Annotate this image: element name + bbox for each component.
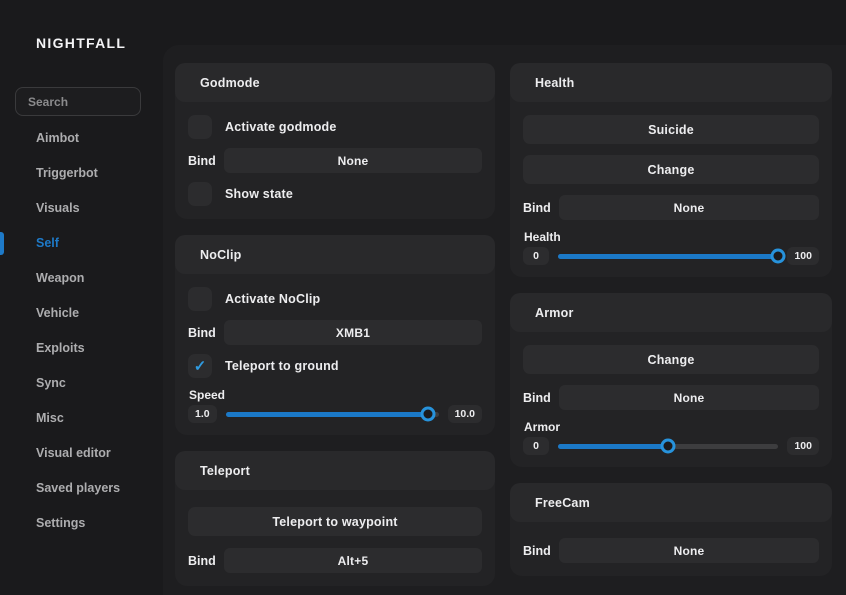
panel-title: Armor xyxy=(535,306,574,320)
godmode-bind-button[interactable]: None xyxy=(224,148,482,173)
slider-min-badge: 0 xyxy=(523,437,549,455)
sidebar-item-aimbot[interactable]: Aimbot xyxy=(0,121,163,156)
speed-slider-track[interactable] xyxy=(226,412,439,417)
health-slider-track[interactable] xyxy=(558,254,778,259)
sidebar-nav: Aimbot Triggerbot Visuals Self Weapon Ve… xyxy=(0,121,163,541)
armor-slider: 0 100 xyxy=(523,438,819,454)
sidebar-item-misc[interactable]: Misc xyxy=(0,401,163,436)
sidebar-item-sync[interactable]: Sync xyxy=(0,366,163,401)
bind-label: Bind xyxy=(188,554,224,568)
panel-teleport-header: Teleport xyxy=(175,451,495,490)
panel-title: FreeCam xyxy=(535,496,590,510)
sidebar-item-visual-editor[interactable]: Visual editor xyxy=(0,436,163,471)
panel-teleport: Teleport Teleport to waypoint Bind Alt+5 xyxy=(175,451,495,586)
panel-title: NoClip xyxy=(200,248,241,262)
sidebar-item-saved-players[interactable]: Saved players xyxy=(0,471,163,506)
armor-slider-label: Armor xyxy=(524,420,819,434)
right-column: Health Suicide Change Bind None Health xyxy=(510,63,832,586)
slider-min-badge: 1.0 xyxy=(188,405,217,423)
slider-max-badge: 100 xyxy=(787,437,819,455)
app-title: NIGHTFALL xyxy=(36,35,126,51)
sidebar-item-visuals[interactable]: Visuals xyxy=(0,191,163,226)
teleport-to-ground-checkbox[interactable] xyxy=(188,354,212,378)
health-change-button[interactable]: Change xyxy=(523,155,819,184)
slider-fill xyxy=(558,254,778,259)
panel-title: Health xyxy=(535,76,574,90)
speed-slider: 1.0 10.0 xyxy=(188,406,482,422)
slider-fill xyxy=(558,444,668,449)
checkbox-label: Show state xyxy=(225,187,293,201)
show-state-checkbox[interactable] xyxy=(188,182,212,206)
checkbox-label: Activate godmode xyxy=(225,120,337,134)
health-bind-button[interactable]: None xyxy=(559,195,819,220)
speed-slider-label: Speed xyxy=(189,388,482,402)
suicide-button[interactable]: Suicide xyxy=(523,115,819,144)
panel-noclip: NoClip Activate NoClip Bind XMB1 Telepor… xyxy=(175,235,495,435)
armor-slider-handle[interactable] xyxy=(661,439,676,454)
left-column: Godmode Activate godmode Bind None Show … xyxy=(175,63,495,586)
slider-fill xyxy=(226,412,428,417)
health-slider-label: Health xyxy=(524,230,819,244)
bind-label: Bind xyxy=(523,544,559,558)
armor-bind-button[interactable]: None xyxy=(559,385,819,410)
bind-label: Bind xyxy=(188,326,224,340)
slider-min-badge: 0 xyxy=(523,247,549,265)
slider-max-badge: 10.0 xyxy=(448,405,482,423)
activate-noclip-checkbox[interactable] xyxy=(188,287,212,311)
search-input[interactable] xyxy=(15,87,141,116)
checkbox-label: Teleport to ground xyxy=(225,359,339,373)
content-area: Godmode Activate godmode Bind None Show … xyxy=(163,45,846,595)
panel-freecam-header: FreeCam xyxy=(510,483,832,522)
activate-godmode-checkbox[interactable] xyxy=(188,115,212,139)
sidebar-item-exploits[interactable]: Exploits xyxy=(0,331,163,366)
panel-godmode: Godmode Activate godmode Bind None Show … xyxy=(175,63,495,219)
bind-label: Bind xyxy=(188,154,224,168)
teleport-bind-button[interactable]: Alt+5 xyxy=(224,548,482,573)
sidebar: NIGHTFALL Aimbot Triggerbot Visuals Self… xyxy=(0,0,163,595)
sidebar-item-weapon[interactable]: Weapon xyxy=(0,261,163,296)
freecam-bind-button[interactable]: None xyxy=(559,538,819,563)
slider-max-badge: 100 xyxy=(787,247,819,265)
panel-health: Health Suicide Change Bind None Health xyxy=(510,63,832,277)
checkbox-label: Activate NoClip xyxy=(225,292,320,306)
noclip-bind-button[interactable]: XMB1 xyxy=(224,320,482,345)
armor-slider-track[interactable] xyxy=(558,444,778,449)
panel-health-header: Health xyxy=(510,63,832,102)
panel-noclip-header: NoClip xyxy=(175,235,495,274)
armor-change-button[interactable]: Change xyxy=(523,345,819,374)
panel-godmode-header: Godmode xyxy=(175,63,495,102)
panel-title: Teleport xyxy=(200,464,250,478)
health-slider: 0 100 xyxy=(523,248,819,264)
panel-freecam: FreeCam Bind None xyxy=(510,483,832,576)
bind-label: Bind xyxy=(523,201,559,215)
bind-label: Bind xyxy=(523,391,559,405)
health-slider-handle[interactable] xyxy=(771,249,786,264)
panel-armor: Armor Change Bind None Armor 0 xyxy=(510,293,832,467)
speed-slider-handle[interactable] xyxy=(420,407,435,422)
teleport-to-waypoint-button[interactable]: Teleport to waypoint xyxy=(188,507,482,536)
sidebar-item-settings[interactable]: Settings xyxy=(0,506,163,541)
panel-armor-header: Armor xyxy=(510,293,832,332)
sidebar-item-vehicle[interactable]: Vehicle xyxy=(0,296,163,331)
panel-title: Godmode xyxy=(200,76,260,90)
sidebar-item-self[interactable]: Self xyxy=(0,226,163,261)
sidebar-item-triggerbot[interactable]: Triggerbot xyxy=(0,156,163,191)
